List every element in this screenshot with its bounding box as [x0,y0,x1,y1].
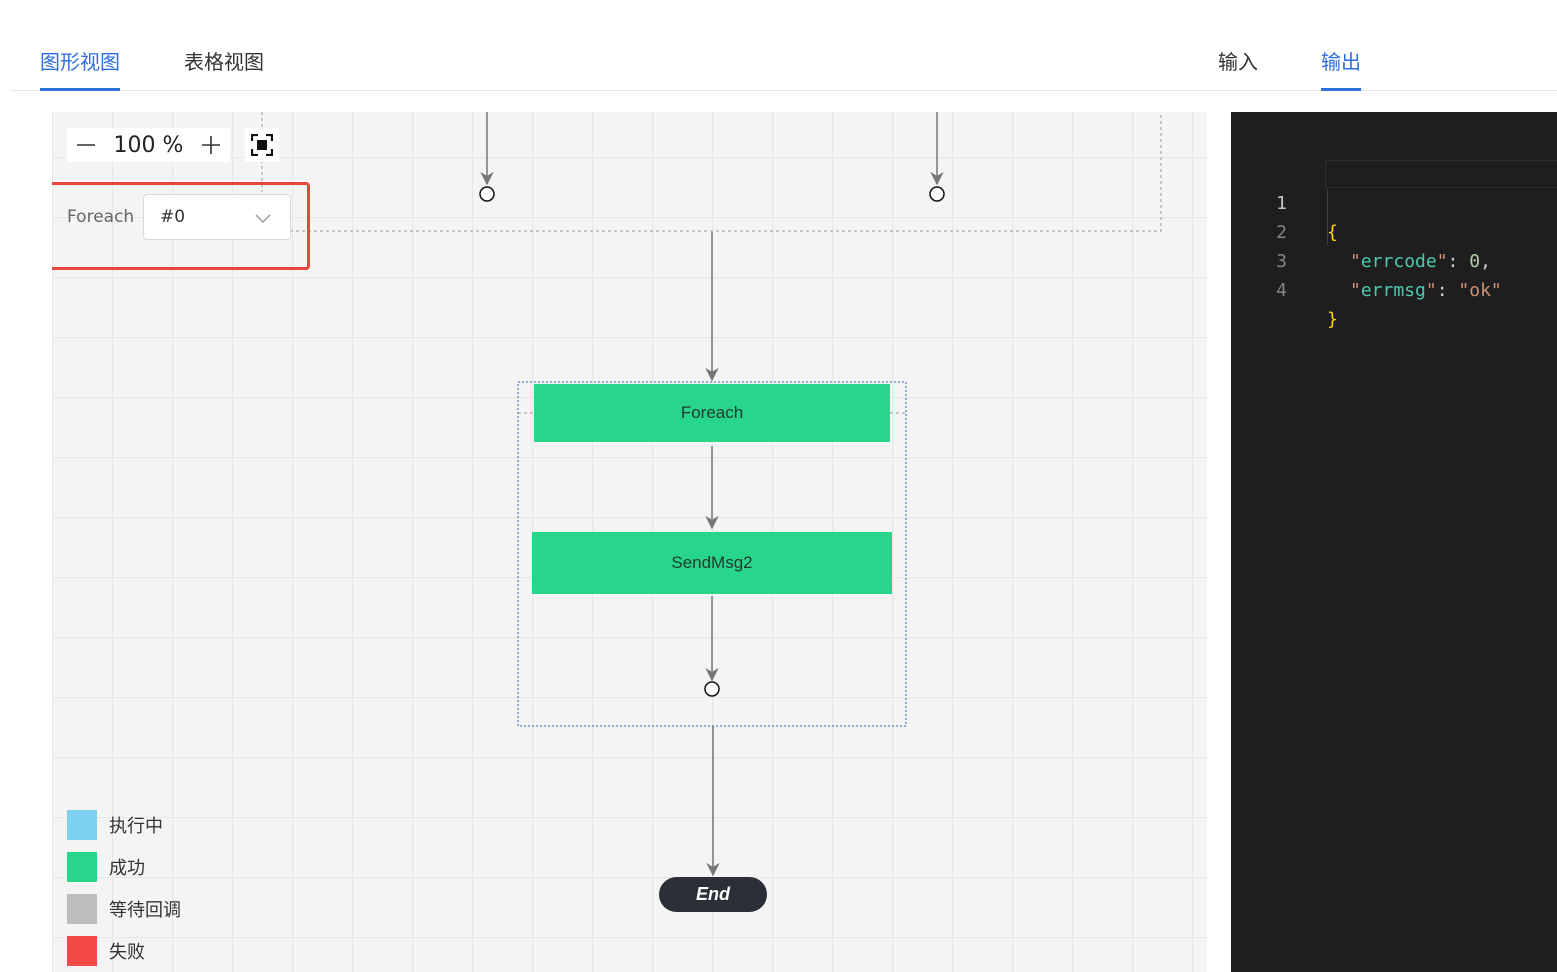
code-line: 3 "errmsg": "ok" [1231,218,1557,301]
legend-item-waiting: 等待回调 [67,894,181,924]
legend-swatch [67,894,97,924]
end-node[interactable]: End [659,877,767,912]
view-tabs: 图形视图 表格视图 输入 输出 [10,0,1557,91]
legend-item-running: 执行中 [67,810,181,840]
foreach-selector-label: Foreach [67,207,135,227]
legend-label: 成功 [109,858,145,879]
output-code-panel[interactable]: 1 { 2 "errcode": 0, 3 "errmsg": "ok" 4 } [1231,112,1557,972]
join-point-left [479,186,495,202]
legend-swatch [67,852,97,882]
foreach-selected-value: #0 [160,207,186,227]
zoom-toolbar: 100 % [67,128,230,162]
minus-icon [77,144,95,146]
json-key: errmsg [1360,280,1426,301]
legend-swatch [67,936,97,966]
flow-canvas[interactable]: Foreach SendMsg2 End 100 % Foreach #0 执行… [52,112,1207,972]
tab-output[interactable]: 输出 [1321,48,1361,91]
legend-item-failed: 失败 [67,936,181,966]
foreach-iteration-select[interactable]: #0 [143,194,291,240]
legend-item-success: 成功 [67,852,181,882]
zoom-in-button[interactable] [192,128,230,162]
code-line: 4 } [1231,247,1557,330]
fit-screen-icon [251,134,273,156]
code-text: "errmsg": "ok" [1350,280,1502,301]
code-line: 2 "errcode": 0, [1231,189,1557,272]
zoom-level: 100 % [113,132,184,158]
join-point-right [929,186,945,202]
foreach-node[interactable]: Foreach [534,384,890,442]
code-line: 1 { [1231,160,1557,243]
join-point-inner [704,681,720,697]
tab-graph-view[interactable]: 图形视图 [40,48,120,91]
legend-swatch [67,810,97,840]
legend-label: 执行中 [109,816,163,837]
code-text: } [1327,309,1338,330]
line-number: 4 [1276,280,1287,301]
workflow-page: 图形视图 表格视图 输入 输出 Foreach SendMsg2 End 100… [0,0,1557,972]
json-value: "ok" [1458,280,1502,301]
status-legend: 执行中 成功 等待回调 失败 [67,810,181,972]
parent-group-border [290,112,1162,232]
legend-label: 失败 [109,942,145,963]
tab-input[interactable]: 输入 [1218,48,1258,88]
fit-view-button[interactable] [245,128,279,162]
plus-icon [202,136,220,154]
sendmsg-node[interactable]: SendMsg2 [532,532,892,594]
zoom-out-button[interactable] [67,128,105,162]
tab-table-view[interactable]: 表格视图 [184,48,264,88]
legend-label: 等待回调 [109,900,181,921]
chevron-down-icon [255,214,271,224]
